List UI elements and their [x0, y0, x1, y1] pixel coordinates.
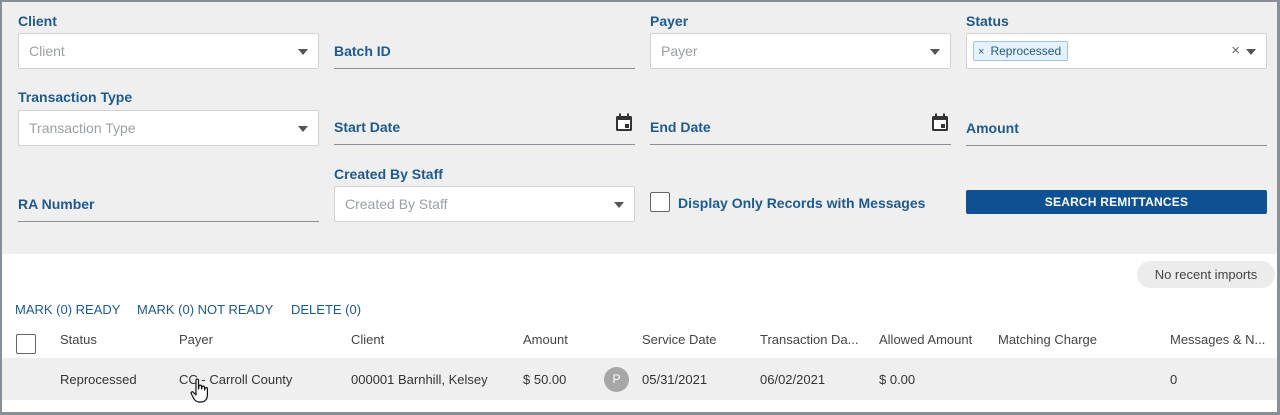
- hand-pointer-icon: [190, 378, 208, 403]
- column-header-amount[interactable]: Amount: [523, 332, 568, 347]
- chip-remove-icon[interactable]: ×: [978, 46, 984, 58]
- payer-placeholder: Payer: [661, 43, 698, 59]
- calendar-icon[interactable]: [931, 113, 949, 132]
- column-header-service-date[interactable]: Service Date: [642, 332, 716, 347]
- row-transaction-date: 06/02/2021: [760, 372, 826, 387]
- chevron-down-icon[interactable]: [298, 126, 308, 132]
- clear-icon[interactable]: ×: [1231, 42, 1240, 59]
- column-header-messages[interactable]: Messages & N...: [1170, 332, 1265, 347]
- batch-id-label: Batch ID: [334, 43, 391, 59]
- transaction-type-select[interactable]: Transaction Type: [18, 110, 319, 146]
- end-date-field[interactable]: End Date: [650, 109, 951, 145]
- row-status: Reprocessed: [60, 372, 137, 387]
- client-label: Client: [18, 13, 57, 29]
- messages-only-checkbox[interactable]: [650, 192, 670, 212]
- select-all-checkbox[interactable]: [16, 334, 36, 354]
- start-date-field[interactable]: Start Date: [334, 109, 635, 145]
- payer-label: Payer: [650, 13, 689, 29]
- chevron-down-icon[interactable]: [614, 202, 624, 208]
- transaction-type-label: Transaction Type: [18, 89, 133, 105]
- chevron-down-icon[interactable]: [930, 49, 940, 55]
- end-date-label: End Date: [650, 119, 711, 135]
- created-by-staff-placeholder: Created By Staff: [345, 196, 448, 212]
- status-chip: × Reprocessed: [973, 41, 1069, 61]
- row-messages: 0: [1170, 372, 1178, 387]
- created-by-staff-select[interactable]: Created By Staff: [334, 186, 635, 222]
- row-amount: $ 50.00: [523, 372, 567, 387]
- start-date-label: Start Date: [334, 119, 401, 135]
- column-header-transaction-date[interactable]: Transaction Da...: [760, 332, 859, 347]
- column-header-status[interactable]: Status: [60, 332, 97, 347]
- mark-not-ready-button[interactable]: MARK (0) NOT READY: [137, 302, 273, 317]
- chevron-down-icon[interactable]: [298, 49, 308, 55]
- transaction-type-placeholder: Transaction Type: [29, 120, 136, 136]
- chevron-down-icon[interactable]: [1246, 49, 1256, 55]
- ra-number-label: RA Number: [18, 196, 95, 212]
- calendar-icon[interactable]: [615, 113, 633, 132]
- row-allowed-amount: $ 0.00: [879, 372, 916, 387]
- client-placeholder: Client: [29, 43, 65, 59]
- status-multiselect[interactable]: × Reprocessed ×: [966, 33, 1267, 69]
- column-header-client[interactable]: Client: [351, 332, 384, 347]
- created-by-staff-label: Created By Staff: [334, 166, 443, 182]
- client-select[interactable]: Client: [18, 33, 319, 69]
- search-remittances-button[interactable]: SEARCH REMITTANCES: [966, 190, 1267, 214]
- column-header-payer[interactable]: Payer: [179, 332, 213, 347]
- amount-label: Amount: [966, 120, 1019, 136]
- row-service-date: 05/31/2021: [642, 372, 708, 387]
- batch-id-field[interactable]: Batch ID: [334, 33, 635, 69]
- column-header-allowed-amount[interactable]: Allowed Amount: [879, 332, 972, 347]
- posted-status-badge: P: [604, 367, 629, 392]
- ra-number-field[interactable]: RA Number: [18, 186, 319, 222]
- amount-field[interactable]: Amount: [966, 110, 1267, 146]
- mark-ready-button[interactable]: MARK (0) READY: [15, 302, 120, 317]
- status-chip-label: Reprocessed: [990, 44, 1062, 58]
- payer-select[interactable]: Payer: [650, 33, 951, 69]
- status-label: Status: [966, 13, 1009, 29]
- imports-status-badge: No recent imports: [1137, 261, 1275, 288]
- messages-only-label[interactable]: Display Only Records with Messages: [678, 195, 925, 211]
- delete-button[interactable]: DELETE (0): [291, 302, 361, 317]
- column-header-matching-charge[interactable]: Matching Charge: [998, 332, 1097, 347]
- row-client: 000001 Barnhill, Kelsey: [351, 372, 488, 387]
